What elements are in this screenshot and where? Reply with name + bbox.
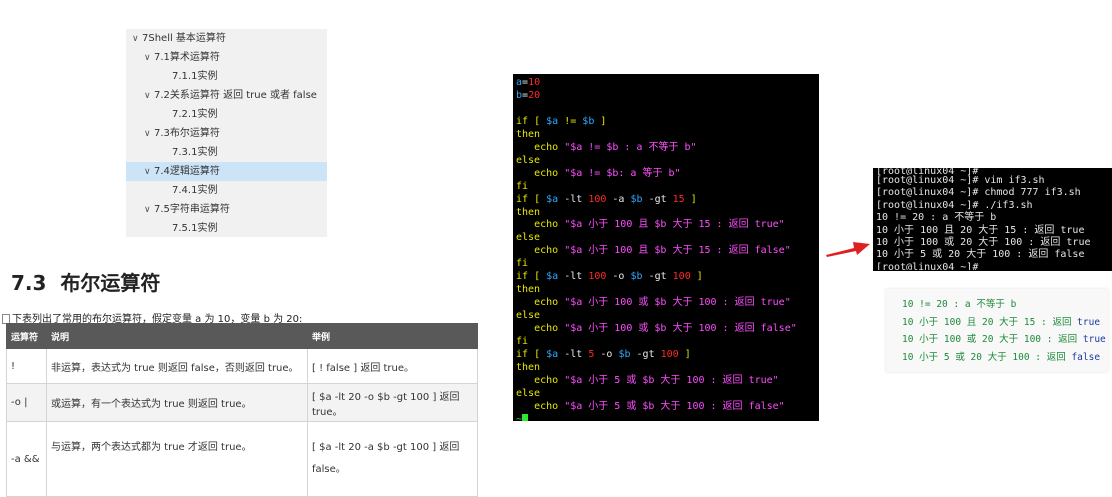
toc-item-label: 7.3.1实例 [172,147,218,158]
toc-item[interactable]: 7.3.1实例 [126,143,327,162]
code-line: echo "$a != $b: a 等于 b" [534,167,681,179]
code-line: then [516,361,541,373]
code-line: a=10 [516,77,541,88]
script-editor[interactable]: a=10 b=20 if [ $a != $b ] then echo "$a !=… [513,74,819,421]
boolean-operator-table: 运算符 说明 举例 ! 非运算，表达式为 true 则返回 false，否则返回… [6,323,478,497]
column-header: 运算符 [6,323,47,349]
code-line: echo "$a != $b : a 不等于 b" [534,141,697,153]
output-preview: 10 != 20 : a 不等于 b 10 小于 100 且 20 大于 15 … [886,289,1108,372]
chevron-down-icon[interactable]: ∨ [144,125,154,144]
table-header-row: 运算符 说明 举例 [6,323,478,349]
terminal-window[interactable]: [root@linux04 ~]# [root@linux04 ~]# vim i… [873,168,1112,271]
toc-item-label: 7.4逻辑运算符 [154,166,220,177]
code-line: fi [516,336,529,348]
code-line: echo "$a 小于 100 且 $b 大于 15 : 返回 false" [534,245,791,257]
toc-item-label: 7.4.1实例 [172,185,218,196]
code-line: b=20 [516,89,541,101]
example-cell: [ $a -lt 20 -a $b -gt 100 ] 返回 false。 [307,421,478,497]
toc-item[interactable]: ∨ 7.2关系运算符 返回 true 或者 false [126,86,327,105]
terminal-line: [root@linux04 ~]# chmod 777 if3.sh [876,187,1081,199]
terminal-line: 10 != 20 : a 不等于 b [876,212,997,224]
toc-item-label: 7Shell 基本运算符 [142,33,226,44]
toc-item[interactable]: ∨ 7.5字符串运算符 [126,200,327,219]
toc-item[interactable]: ∨ 7.1算术运算符 [126,48,327,67]
code-line: echo "$a 小于 100 且 $b 大于 15 : 返回 true" [534,219,785,231]
toc-item[interactable]: 7.1.1实例 [126,67,327,86]
code-line: echo "$a 小于 100 或 $b 大于 100 : 返回 true" [534,297,791,309]
terminal-line: [root@linux04 ~]# ./if3.sh [876,199,1033,211]
toc-item-label: 7.2关系运算符 返回 true 或者 false [154,90,317,101]
code-line: else [516,232,541,244]
terminal-line: 10 小于 100 且 20 大于 15 : 返回 true [876,224,1085,236]
output-line: 10 小于 100 或 20 大于 100 : 返回 true [902,334,1106,345]
code-line: if [ $a -lt 5 -o $b -gt 100 ] [516,349,691,361]
output-line: 10 != 20 : a 不等于 b [902,299,1017,310]
code-line: if [ $a != $b ] [516,115,607,127]
operator-cell: ! [6,348,47,384]
section-number: 7.3 [11,271,47,295]
table-row: -o | 或运算，有一个表达式为 true 则返回 true。 [ $a -lt… [6,383,478,422]
terminal-line: [root@linux04 ~]# vim if3.sh [876,175,1045,186]
output-line: 10 小于 100 且 20 大于 15 : 返回 true [902,316,1101,328]
section-heading: 7.3 布尔运算符 [11,267,174,296]
toc-item[interactable]: 7.2.1实例 [126,105,327,124]
toc-item-label: 7.5.1实例 [172,223,218,234]
code-line: ~ [516,413,819,421]
chevron-down-icon[interactable]: ∨ [144,49,154,68]
toc-item[interactable]: 7.5.1实例 [126,219,327,238]
code-line: then [516,284,541,296]
code-line: else [516,310,541,322]
code-line: else [516,387,541,399]
toc-item-selected[interactable]: ∨ 7.4逻辑运算符 [126,162,327,181]
toc-item[interactable]: ∨ 7Shell 基本运算符 [126,29,327,48]
operator-cell: -o | [6,383,47,422]
chevron-down-icon[interactable]: ∨ [144,163,154,182]
description-cell: 或运算，有一个表达式为 true 则返回 true。 [46,383,308,422]
code-line: fi [516,180,529,192]
toc-item-label: 7.3布尔运算符 [154,128,220,139]
description-cell: 非运算，表达式为 true 则返回 false，否则返回 true。 [46,348,308,384]
code-line: echo "$a 小于 100 或 $b 大于 100 : 返回 false" [534,323,797,335]
table-of-contents: ∨ 7Shell 基本运算符 ∨ 7.1算术运算符 7.1.1实例 ∨ 7.2关系运算… [126,29,327,237]
terminal-line: 10 小于 100 或 20 大于 100 : 返回 true [876,237,1091,249]
code-line: echo "$a 小于 5 或 $b 大于 100 : 返回 false" [534,400,785,412]
chevron-down-icon[interactable]: ∨ [132,30,142,49]
toc-item-label: 7.1算术运算符 [154,52,220,63]
code-line: then [516,206,541,218]
toc-item[interactable]: 7.4.1实例 [126,181,327,200]
toc-item[interactable]: ∨ 7.3布尔运算符 [126,124,327,143]
code-line: else [516,154,541,166]
code-line: if [ $a -lt 100 -a $b -gt 15 ] [516,193,697,205]
code-line: fi [516,258,529,270]
description-cell: 与运算，两个表达式都为 true 才返回 true。 [46,421,308,497]
terminal-line: [root@linux04 ~]# [876,261,979,270]
red-arrow-icon [826,242,870,257]
terminal-line: 10 小于 5 或 20 大于 100 : 返回 false [876,249,1085,261]
code-line: then [516,128,541,140]
table-row: ! 非运算，表达式为 true 则返回 false，否则返回 true。 [ !… [6,348,478,384]
column-header: 举例 [307,323,478,349]
toc-item-label: 7.2.1实例 [172,109,218,120]
table-row: -a && 与运算，两个表达式都为 true 才返回 true。 [ $a -l… [6,421,478,497]
output-line: 10 小于 5 或 20 大于 100 : 返回 false [902,351,1101,363]
code-line: if [ $a -lt 100 -o $b -gt 100 ] [516,271,703,283]
toc-item-label: 7.5字符串运算符 [154,204,230,215]
example-cell: [ ! false ] 返回 true。 [307,348,478,384]
chevron-down-icon[interactable]: ∨ [144,87,154,106]
section-title: 布尔运算符 [60,271,161,295]
column-header: 说明 [46,323,308,349]
toc-item-label: 7.1.1实例 [172,71,218,82]
cursor-icon [522,413,529,421]
chevron-down-icon[interactable]: ∨ [144,201,154,220]
operator-cell: -a && [6,421,47,497]
example-cell: [ $a -lt 20 -o $b -gt 100 ] 返回 true。 [307,383,478,422]
terminal-line: [root@linux04 ~]# [876,168,979,175]
code-line: echo "$a 小于 5 或 $b 大于 100 : 返回 true" [534,374,779,386]
